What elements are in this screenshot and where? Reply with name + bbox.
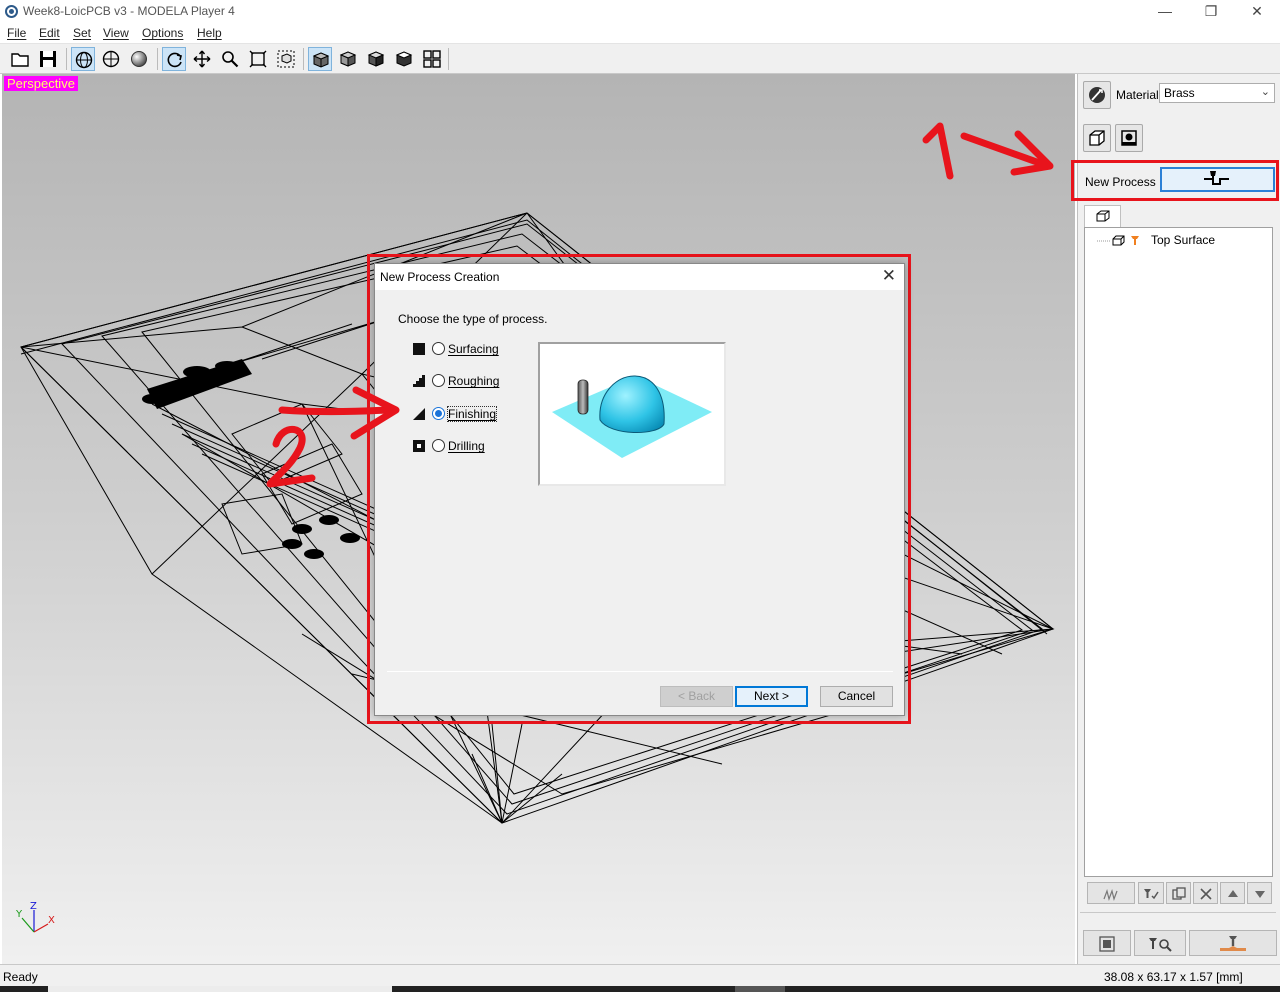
cut-button[interactable] — [1189, 930, 1277, 956]
model-tab-icon — [1096, 210, 1110, 222]
view-perspective-icon[interactable] — [308, 47, 332, 71]
finishing-label: Finishing — [446, 406, 498, 422]
wireframe-globe-icon[interactable] — [71, 47, 95, 71]
finishing-radio[interactable] — [432, 407, 445, 420]
menu-file[interactable]: File — [7, 26, 26, 40]
taskbar-strip — [0, 986, 1280, 992]
right-panel: Material Brass ⌄ New Process Top Surface — [1071, 74, 1280, 964]
fit-view-icon[interactable] — [246, 47, 270, 71]
dialog-title: New Process Creation — [380, 270, 500, 284]
menu-options[interactable]: Options — [142, 26, 183, 40]
axis-z-label: Z — [30, 901, 37, 912]
menu-bar: File Edit Set View Options Help — [0, 24, 1280, 44]
option-drilling[interactable]: Drilling — [413, 438, 533, 456]
solid-sphere-icon[interactable] — [127, 47, 151, 71]
finishing-preview-illustration — [552, 375, 712, 458]
edit-process-button[interactable] — [1138, 882, 1164, 904]
tree-item-label: Top Surface — [1151, 233, 1216, 247]
roughing-radio[interactable] — [432, 374, 445, 387]
surfacing-radio[interactable] — [432, 342, 445, 355]
app-icon — [5, 5, 18, 18]
close-window-button[interactable]: ✕ — [1234, 0, 1280, 24]
restore-button[interactable]: ❐ — [1188, 0, 1234, 24]
view-side-icon[interactable] — [364, 47, 388, 71]
move-down-button[interactable] — [1247, 882, 1272, 904]
surfacing-label: Surfacing — [448, 342, 499, 356]
axis-indicator-icon: Z X Y — [15, 901, 55, 933]
workpiece-icon[interactable] — [1083, 124, 1111, 152]
material-tool-icon[interactable] — [1083, 81, 1111, 109]
path-preview-button[interactable] — [1087, 882, 1135, 904]
rotate-icon[interactable] — [162, 47, 186, 71]
view-mode-label: Perspective — [4, 76, 78, 91]
zoom-icon[interactable] — [218, 47, 242, 71]
axis-y-label: Y — [15, 909, 23, 920]
dialog-title-bar: New Process Creation ✕ — [375, 264, 904, 290]
title-bar: Week8-LoicPCB v3 - MODELA Player 4 — ❐ ✕ — [0, 0, 1280, 24]
process-preview-image — [538, 342, 726, 486]
status-text: Ready — [3, 970, 38, 984]
material-value: Brass — [1164, 86, 1195, 100]
next-button[interactable]: Next > — [735, 686, 808, 707]
stop-button[interactable] — [1083, 930, 1131, 956]
preview-magnifier-icon — [1149, 938, 1172, 952]
cancel-button[interactable]: Cancel — [820, 686, 893, 707]
status-bar: Ready 38.08 x 63.17 x 1.57 [mm] — [0, 964, 1280, 986]
menu-help[interactable]: Help — [197, 26, 222, 40]
edit-tool-icon — [1144, 889, 1159, 900]
view-front-icon[interactable] — [336, 47, 360, 71]
new-process-dialog: New Process Creation ✕ Choose the type o… — [374, 263, 905, 716]
drilling-icon — [413, 440, 425, 452]
toolbar — [0, 44, 1280, 74]
arrow-up-icon — [1227, 890, 1238, 897]
new-process-button[interactable] — [1160, 167, 1275, 192]
view-top-icon[interactable] — [392, 47, 416, 71]
material-label: Material — [1116, 88, 1159, 102]
roughing-icon — [413, 375, 425, 387]
minimize-button[interactable]: — — [1142, 0, 1188, 24]
roughing-label: Roughing — [448, 374, 500, 388]
delete-icon — [1199, 888, 1212, 900]
tree-node-icon — [1097, 235, 1139, 246]
save-icon[interactable] — [36, 47, 60, 71]
delete-process-button[interactable] — [1193, 882, 1218, 904]
dialog-prompt: Choose the type of process. — [398, 312, 548, 326]
option-roughing[interactable]: Roughing — [413, 373, 533, 391]
option-finishing[interactable]: Finishing — [413, 406, 533, 424]
drilling-radio[interactable] — [432, 439, 445, 452]
model-dimensions: 38.08 x 63.17 x 1.57 [mm] — [1104, 970, 1243, 984]
finishing-icon — [413, 408, 425, 420]
copy-icon — [1171, 887, 1186, 900]
option-surfacing[interactable]: Surfacing — [413, 341, 533, 359]
origin-icon[interactable] — [1115, 124, 1143, 152]
zoom-box-icon[interactable] — [274, 47, 298, 71]
process-tree: Top Surface — [1084, 227, 1273, 877]
new-process-icon — [1204, 171, 1229, 185]
menu-view[interactable]: View — [103, 26, 129, 40]
stop-icon — [1099, 936, 1115, 952]
material-select[interactable]: Brass ⌄ — [1159, 83, 1275, 103]
surfacing-icon — [413, 343, 425, 355]
move-up-button[interactable] — [1220, 882, 1245, 904]
window-title: Week8-LoicPCB v3 - MODELA Player 4 — [23, 4, 235, 18]
open-folder-icon[interactable] — [8, 47, 32, 71]
cutting-icon — [1220, 936, 1246, 951]
toolpath-icon — [1103, 888, 1118, 902]
drilling-label: Drilling — [448, 439, 485, 453]
new-process-label: New Process — [1085, 175, 1156, 189]
multi-view-icon[interactable] — [420, 47, 444, 71]
pan-icon[interactable] — [190, 47, 214, 71]
axis-x-label: X — [48, 915, 55, 926]
arrow-down-icon — [1254, 891, 1265, 898]
dialog-close-icon[interactable]: ✕ — [882, 266, 896, 286]
preview-cutting-button[interactable] — [1134, 930, 1186, 956]
chevron-down-icon: ⌄ — [1260, 86, 1270, 98]
menu-set[interactable]: Set — [73, 26, 91, 40]
back-button[interactable]: < Back — [660, 686, 733, 707]
menu-edit[interactable]: Edit — [39, 26, 60, 40]
copy-process-button[interactable] — [1166, 882, 1191, 904]
process-tree-tab[interactable] — [1084, 205, 1121, 227]
partial-globe-icon[interactable] — [99, 47, 123, 71]
